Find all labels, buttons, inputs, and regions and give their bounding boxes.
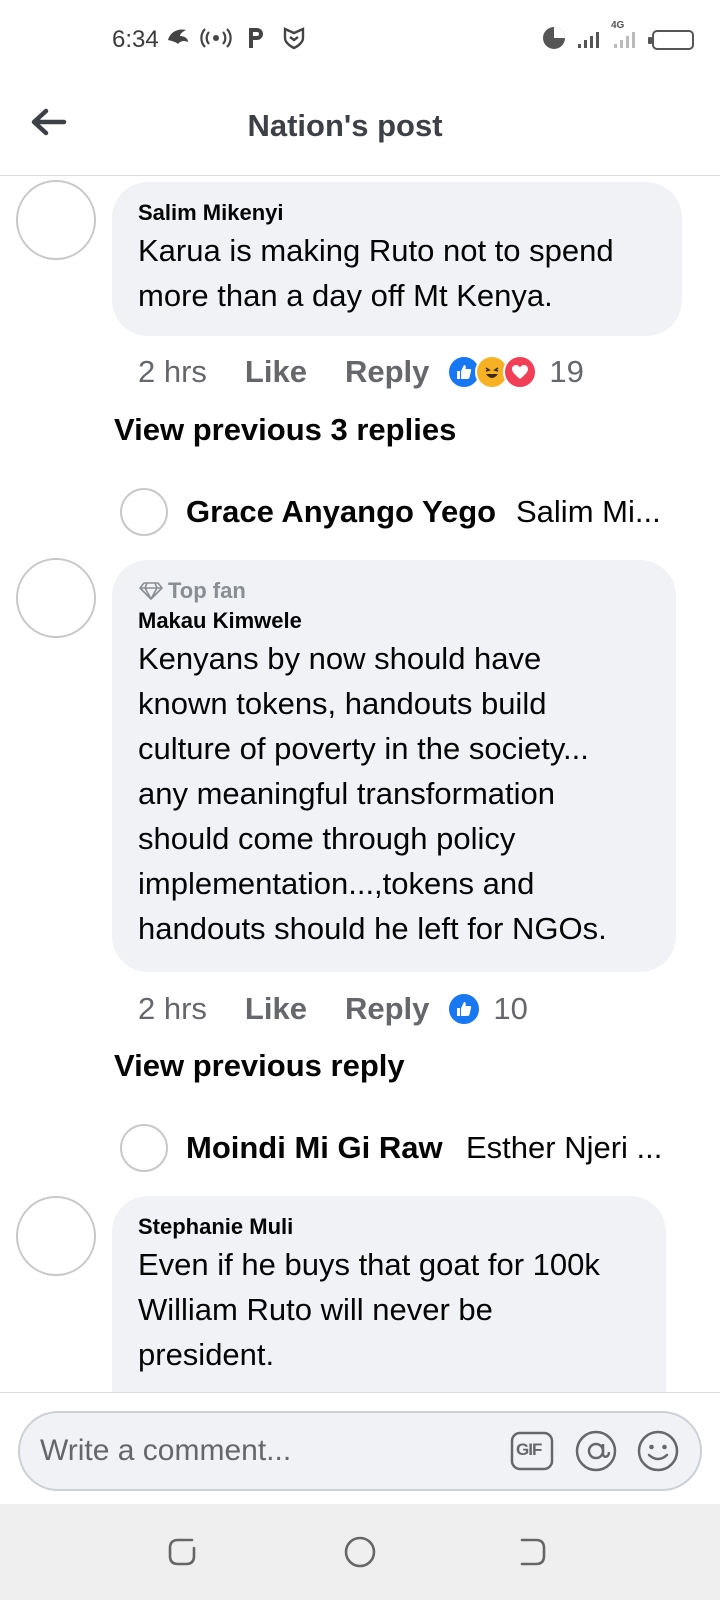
bird-app-icon	[168, 29, 188, 44]
top-fan-label: Top fan	[168, 578, 246, 603]
back-nav-button[interactable]	[510, 1530, 554, 1574]
comment-text: Karua is making Ruto not to spend more t…	[138, 233, 614, 313]
reactions[interactable]	[447, 992, 482, 1026]
battery-icon	[648, 30, 694, 50]
smiley-icon	[637, 1430, 679, 1472]
reply-button[interactable]: Reply	[345, 354, 429, 390]
data-saver-icon	[543, 27, 565, 49]
comment-actions: 2 hrs Like Reply 10	[138, 987, 528, 1031]
comment-input[interactable]	[40, 1413, 500, 1489]
reply-button[interactable]: Reply	[345, 991, 429, 1027]
comment-input-box[interactable]: GIF	[18, 1411, 702, 1491]
signal-icon-secondary	[614, 32, 635, 48]
comment-time[interactable]: 2 hrs	[138, 354, 207, 390]
status-time: 6:34	[112, 26, 159, 53]
header: Nation's post	[0, 80, 720, 176]
heart-reaction-icon	[503, 355, 538, 389]
comment-text: Even if he buys that goat for 100k Willi…	[138, 1247, 600, 1372]
comment-bubble[interactable]: Top fan Makau Kimwele Kenyans by now sho…	[112, 560, 676, 972]
comment-time[interactable]: 2 hrs	[138, 991, 207, 1027]
avatar[interactable]	[16, 1196, 96, 1276]
reaction-count[interactable]: 19	[549, 354, 583, 390]
back-nav-icon	[520, 1538, 546, 1566]
avatar[interactable]	[16, 180, 96, 260]
like-button[interactable]: Like	[245, 354, 307, 390]
diamond-icon	[139, 582, 163, 600]
page-title: Nation's post	[247, 108, 443, 143]
view-previous-replies-link[interactable]: View previous 3 replies	[114, 412, 456, 448]
gif-label: GIF	[516, 1440, 542, 1459]
avatar[interactable]	[120, 488, 168, 536]
thumbs-up-reaction-icon	[447, 992, 482, 1026]
comment-actions: 2 hrs Like Reply 19	[138, 350, 584, 394]
view-previous-replies-link[interactable]: View previous reply	[114, 1048, 405, 1084]
gif-button[interactable]: GIF	[510, 1429, 554, 1473]
mention-button[interactable]	[574, 1429, 618, 1473]
emoji-button[interactable]	[636, 1429, 680, 1473]
system-nav-bar	[0, 1504, 720, 1600]
top-fan-badge: Top fan	[138, 576, 650, 606]
avatar[interactable]	[16, 558, 96, 638]
parking-app-icon	[249, 28, 263, 48]
signal-icon	[578, 32, 599, 48]
like-button[interactable]: Like	[245, 991, 307, 1027]
recent-apps-button[interactable]	[162, 1530, 206, 1574]
reaction-count[interactable]: 10	[493, 991, 527, 1027]
comment-text: Kenyans by now should have known tokens,…	[138, 641, 607, 946]
reply-preview-text: Salim Mi...	[516, 494, 661, 529]
at-sign-icon	[575, 1430, 617, 1472]
comment-author[interactable]: Salim Mikenyi	[138, 198, 656, 228]
hotspot-icon	[200, 28, 232, 48]
avatar[interactable]	[120, 1124, 168, 1172]
comment-composer: GIF	[0, 1392, 720, 1504]
comment-bubble[interactable]: Salim Mikenyi Karua is making Ruto not t…	[112, 182, 682, 336]
status-bar: 6:34 4G	[0, 0, 720, 80]
comment-bubble[interactable]: Stephanie Muli Even if he buys that goat…	[112, 1196, 666, 1416]
comment-author[interactable]: Stephanie Muli	[138, 1212, 640, 1242]
reactions[interactable]	[447, 355, 538, 389]
reply-preview-name[interactable]: Grace Anyango Yego	[186, 494, 496, 530]
reply-preview-name[interactable]: Moindi Mi Gi Raw	[186, 1130, 443, 1166]
shield-app-icon	[283, 27, 305, 50]
recent-apps-icon	[168, 1538, 196, 1566]
home-button[interactable]	[338, 1530, 382, 1574]
reply-preview-text: Esther Njeri ...	[466, 1130, 663, 1165]
home-circle-icon	[344, 1536, 376, 1568]
comment-author[interactable]: Makau Kimwele	[138, 606, 650, 636]
